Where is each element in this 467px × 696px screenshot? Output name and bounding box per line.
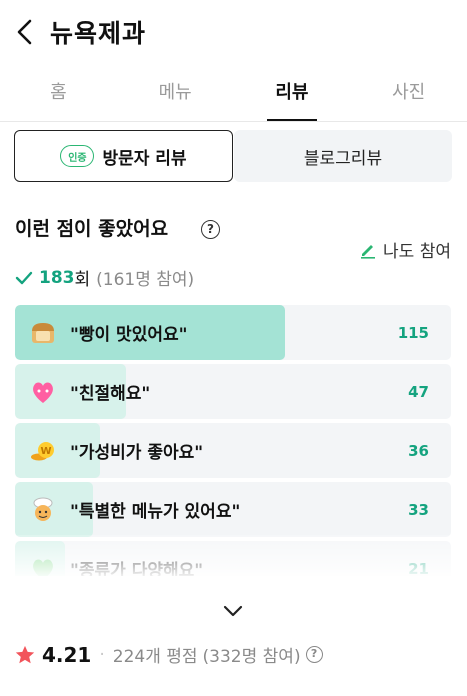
keyword-count: 21	[408, 560, 429, 576]
rating-help-icon[interactable]: ?	[305, 646, 323, 663]
keyword-label: "친절해요"	[70, 384, 151, 404]
keyword-label: "특별한 메뉴가 있어요"	[70, 502, 241, 522]
svg-text:W: W	[40, 446, 51, 457]
keyword-item: W "가성비가 좋아요" 36	[15, 423, 451, 478]
rating-participants: (332명 참여)	[202, 647, 301, 667]
keyword-count: 33	[408, 501, 429, 519]
chef-icon	[29, 496, 57, 524]
keyword-item: "특별한 메뉴가 있어요" 33	[15, 482, 451, 537]
star-icon	[15, 645, 35, 663]
rating-count: 224개 평점	[112, 647, 198, 667]
rating-value: 4.21	[42, 642, 92, 667]
keyword-label: "가성비가 좋아요"	[70, 443, 204, 463]
keyword-count: 36	[408, 442, 429, 460]
keyword-item: "빵이 맛있어요" 115	[15, 305, 451, 360]
keyword-count: 47	[408, 383, 429, 401]
keyword-count: 115	[397, 324, 429, 342]
bread-icon	[29, 319, 57, 347]
coin-icon: W	[29, 437, 57, 465]
chevron-down-icon[interactable]	[222, 601, 244, 621]
keyword-label: "종류가 다양해요"	[70, 561, 204, 576]
rating-summary: 4.21 · 224개 평점 (332명 참여) ?	[14, 642, 323, 667]
keyword-list: "빵이 맛있어요" 115 "친절해요" 47 W "가성비가 좋아요" 36 "특별한 메뉴…	[15, 305, 451, 576]
separator-dot: ·	[99, 644, 105, 665]
green-heart-icon	[29, 555, 57, 576]
keyword-item: "종류가 다양해요" 21	[15, 541, 451, 576]
keyword-label: "빵이 맛있어요"	[70, 325, 188, 345]
keyword-list-clip: "빵이 맛있어요" 115 "친절해요" 47 W "가성비가 좋아요" 36 "특별한 메뉴…	[0, 0, 467, 576]
heart-icon	[29, 378, 57, 406]
keyword-item: "친절해요" 47	[15, 364, 451, 419]
